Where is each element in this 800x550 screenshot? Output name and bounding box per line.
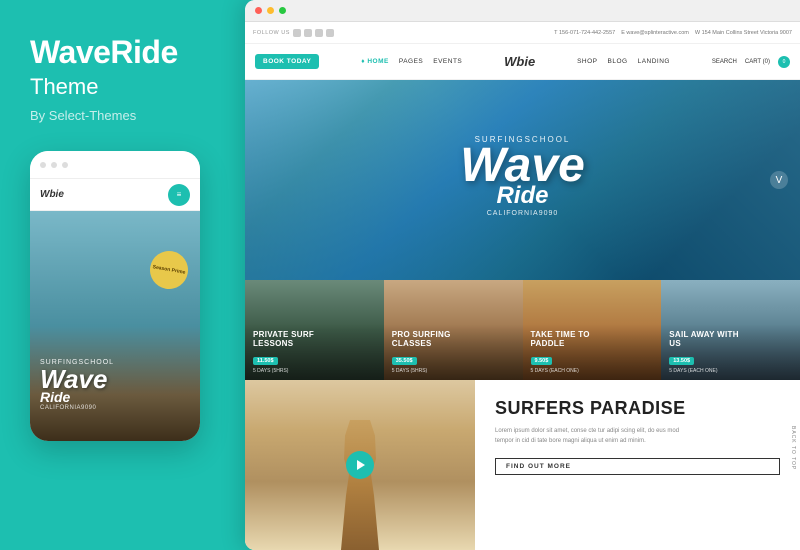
hero-wave-text: Wave	[460, 144, 585, 187]
mobile-menu-button[interactable]: ≡	[168, 184, 190, 206]
card-content-3: TAKE TIME TOPADDLE 9.50$ 5 DAYS (EACH ON…	[523, 324, 662, 380]
card-price-3: 9.50$	[531, 357, 553, 365]
card-content-4: SAIL AWAY WITHUS 13.50$ 5 DAYS (EACH ONE…	[661, 324, 800, 380]
pinterest-icon[interactable]	[326, 29, 334, 37]
desktop-mockup: FOLLOW US T 156-071-724-442-2557 E wave@…	[245, 0, 800, 550]
follow-label: FOLLOW US	[253, 30, 290, 36]
nav-links-left: ♦ HOME PAGES EVENTS	[361, 58, 462, 65]
card-days-4: 5 DAYS (EACH ONE)	[669, 368, 792, 374]
mobile-dot-1	[40, 162, 46, 168]
mobile-mockup: Wbie ≡ Season Prime SURFINGSCHOOL Wave R…	[30, 151, 200, 441]
activity-card-surf-lessons[interactable]: PRIVATE SURFLESSONS 11.50$ 5 DAYS (5HRS)	[245, 280, 384, 380]
site-logo: Wbie	[504, 54, 535, 69]
hamburger-icon: ≡	[177, 191, 182, 199]
card-price-4: 13.50$	[669, 357, 694, 365]
browser-chrome	[245, 0, 800, 22]
activity-card-sail[interactable]: SAIL AWAY WITHUS 13.50$ 5 DAYS (EACH ONE…	[661, 280, 800, 380]
activity-cards-row: PRIVATE SURFLESSONS 11.50$ 5 DAYS (5HRS)…	[245, 280, 800, 380]
hero-text: SURFINGSCHOOL Wave Ride CALIFORNIA9090	[460, 135, 585, 217]
hero-v-badge: V	[770, 171, 788, 189]
mobile-dot-2	[51, 162, 57, 168]
mobile-logo-text: Wbie	[40, 189, 64, 200]
bottom-section: SURFERS PARADISE Lorem ipsum dolor sit a…	[245, 380, 800, 550]
card-days-2: 5 DAYS (5HRS)	[392, 368, 515, 374]
cart-link[interactable]: CART (0)	[745, 59, 770, 65]
bottom-image	[245, 380, 475, 550]
close-icon[interactable]	[255, 7, 262, 14]
instagram-icon[interactable]	[315, 29, 323, 37]
mobile-logo-bar: Wbie ≡	[30, 179, 200, 211]
card-content-1: PRIVATE SURFLESSONS 11.50$ 5 DAYS (5HRS)	[245, 324, 384, 380]
nav-landing[interactable]: LANDING	[638, 58, 670, 65]
top-bar-left: FOLLOW US	[253, 29, 334, 37]
hero-section: SURFINGSCHOOL Wave Ride CALIFORNIA9090 V	[245, 80, 800, 280]
top-bar-right: T 156-071-724-442-2557 E wave@splinterac…	[554, 30, 792, 36]
cart-count-badge: 0	[778, 56, 790, 68]
card-price-2: 35.50$	[392, 357, 417, 365]
nav-links-right: SHOP BLOG LANDING	[577, 58, 670, 65]
play-icon	[357, 460, 365, 470]
surfers-paradise-title: SURFERS PARADISE	[495, 398, 780, 419]
card-days-3: 5 DAYS (EACH ONE)	[531, 368, 654, 374]
phone-number: T 156-071-724-442-2557	[554, 30, 615, 36]
mobile-ride-text: Ride	[40, 389, 190, 405]
find-out-more-button[interactable]: FIND OUT MORE	[495, 458, 780, 475]
mobile-content-image: Season Prime SURFINGSCHOOL Wave Ride CAL…	[30, 211, 200, 441]
left-panel: WaveRide Theme By Select-Themes Wbie ≡ S…	[0, 0, 245, 550]
nav-events[interactable]: EVENTS	[433, 58, 462, 65]
card-days-1: 5 DAYS (5HRS)	[253, 368, 376, 374]
maximize-icon[interactable]	[279, 7, 286, 14]
card-price-1: 11.50$	[253, 357, 278, 365]
mobile-dot-3	[62, 162, 68, 168]
hero-california-text: CALIFORNIA9090	[460, 210, 585, 217]
mobile-ca-text: CALIFORNIA9090	[40, 405, 190, 411]
brand-subtitle: Theme	[30, 74, 98, 100]
brand-title: WaveRide	[30, 35, 178, 70]
nav-shop[interactable]: SHOP	[577, 58, 597, 65]
email-address: E wave@splinteractive.com	[621, 30, 689, 36]
brand-author: By Select-Themes	[30, 108, 136, 123]
play-button[interactable]	[346, 451, 374, 479]
twitter-icon[interactable]	[304, 29, 312, 37]
nav-right: SEARCH CART (0) 0	[712, 56, 790, 68]
bottom-text-area: SURFERS PARADISE Lorem ipsum dolor sit a…	[475, 380, 800, 550]
mobile-overlay-text: SURFINGSCHOOL Wave Ride CALIFORNIA9090	[40, 359, 190, 411]
site-nav: BOOK TODAY ♦ HOME PAGES EVENTS Wbie SHOP…	[245, 44, 800, 80]
site-top-bar: FOLLOW US T 156-071-724-442-2557 E wave@…	[245, 22, 800, 44]
surfers-paradise-body: Lorem ipsum dolor sit amet, conse cte tu…	[495, 427, 695, 446]
card-title-3: TAKE TIME TOPADDLE	[531, 330, 654, 349]
activity-card-paddle[interactable]: TAKE TIME TOPADDLE 9.50$ 5 DAYS (EACH ON…	[523, 280, 662, 380]
search-link[interactable]: SEARCH	[712, 59, 737, 65]
minimize-icon[interactable]	[267, 7, 274, 14]
card-title-4: SAIL AWAY WITHUS	[669, 330, 792, 349]
nav-blog[interactable]: BLOG	[608, 58, 628, 65]
card-content-2: PRO SURFINGCLASSES 35.50$ 5 DAYS (5HRS)	[384, 324, 523, 380]
nav-home[interactable]: ♦ HOME	[361, 58, 389, 65]
card-title-2: PRO SURFINGCLASSES	[392, 330, 515, 349]
card-title-1: PRIVATE SURFLESSONS	[253, 330, 376, 349]
book-today-button[interactable]: BOOK TODAY	[255, 54, 319, 69]
back-to-top-label[interactable]: BACK TO TOP	[790, 426, 796, 470]
season-badge: Season Prime	[147, 248, 191, 292]
mobile-top-bar	[30, 151, 200, 179]
activity-card-pro-classes[interactable]: PRO SURFINGCLASSES 35.50$ 5 DAYS (5HRS)	[384, 280, 523, 380]
nav-pages[interactable]: PAGES	[399, 58, 423, 65]
physical-address: W 154 Main Collins Street Victoria 9007	[695, 30, 792, 36]
facebook-icon[interactable]	[293, 29, 301, 37]
